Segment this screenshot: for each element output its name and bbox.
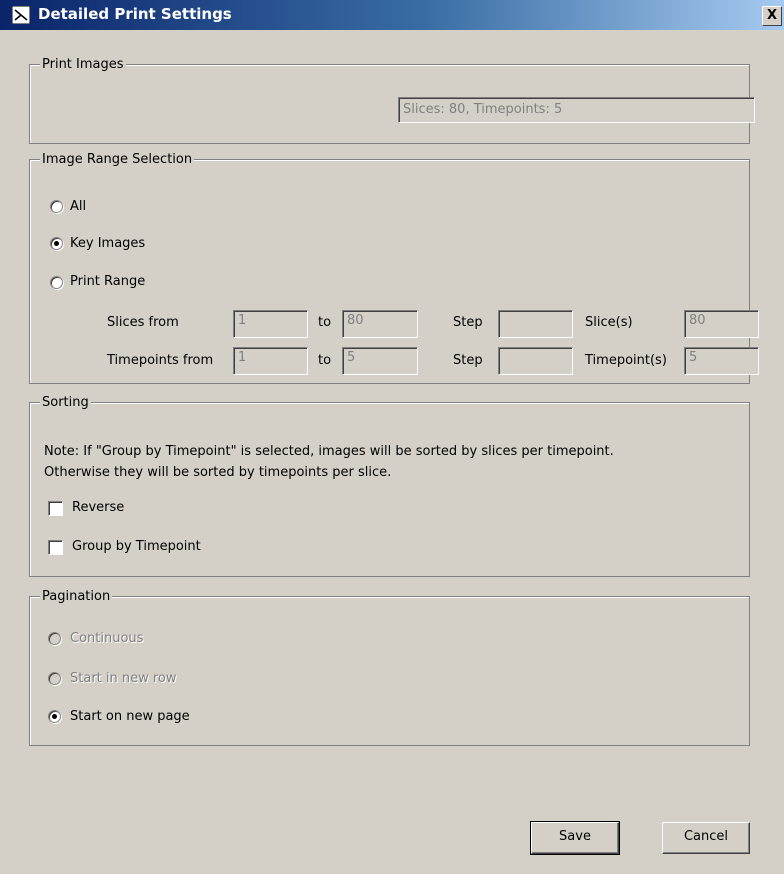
timepoints-to-input[interactable]: 5	[342, 347, 418, 375]
close-button[interactable]: X	[762, 6, 782, 26]
print-app-icon	[12, 6, 30, 24]
range-print-range-radio[interactable]	[50, 276, 63, 289]
range-key-images-label[interactable]: Key Images	[70, 236, 145, 251]
sorting-note-line1: Note: If "Group by Timepoint" is selecte…	[44, 444, 614, 459]
timepoints-step-input[interactable]	[498, 347, 573, 375]
slices-step-label: Step	[453, 315, 483, 330]
range-all-radio[interactable]	[50, 200, 63, 213]
pagination-new-page-radio[interactable]	[48, 710, 61, 723]
timepoints-to-label: to	[318, 353, 332, 368]
timepoints-count-label: Timepoint(s)	[585, 353, 667, 368]
range-print-range-label[interactable]: Print Range	[70, 274, 145, 289]
slices-step-input[interactable]	[498, 310, 573, 338]
slices-count-field: 80	[684, 310, 759, 338]
range-all-label[interactable]: All	[70, 199, 86, 214]
timepoints-count-field: 5	[684, 347, 759, 375]
group-by-timepoint-label[interactable]: Group by Timepoint	[72, 539, 201, 554]
sorting-note-line2: Otherwise they will be sorted by timepoi…	[44, 465, 392, 480]
pagination-new-row-radio	[48, 672, 61, 685]
pagination-new-row-label: Start in new row	[70, 671, 177, 686]
range-key-images-radio[interactable]	[50, 237, 63, 250]
slices-to-label: to	[318, 315, 332, 330]
pagination-new-page-label[interactable]: Start on new page	[70, 709, 190, 724]
image-range-legend: Image Range Selection	[40, 152, 195, 167]
slices-from-input[interactable]: 1	[233, 310, 308, 338]
pagination-legend: Pagination	[40, 589, 113, 604]
reverse-label[interactable]: Reverse	[72, 500, 124, 515]
slices-to-input[interactable]: 80	[342, 310, 418, 338]
window-title: Detailed Print Settings	[38, 5, 232, 23]
slices-from-label: Slices from	[107, 315, 179, 330]
title-bar: Detailed Print Settings X	[0, 0, 784, 30]
save-button[interactable]: Save	[530, 821, 620, 855]
print-images-summary-field: Slices: 80, Timepoints: 5	[398, 97, 755, 123]
timepoints-from-label: Timepoints from	[107, 353, 214, 368]
sorting-legend: Sorting	[40, 395, 91, 410]
reverse-checkbox[interactable]	[48, 501, 63, 516]
pagination-continuous-label: Continuous	[70, 631, 144, 646]
timepoints-from-input[interactable]: 1	[233, 347, 308, 375]
cancel-button[interactable]: Cancel	[662, 822, 750, 854]
print-images-legend: Print Images	[40, 57, 126, 72]
pagination-continuous-radio	[48, 632, 61, 645]
slices-count-label: Slice(s)	[585, 315, 633, 330]
timepoints-step-label: Step	[453, 353, 483, 368]
group-by-timepoint-checkbox[interactable]	[48, 540, 63, 555]
